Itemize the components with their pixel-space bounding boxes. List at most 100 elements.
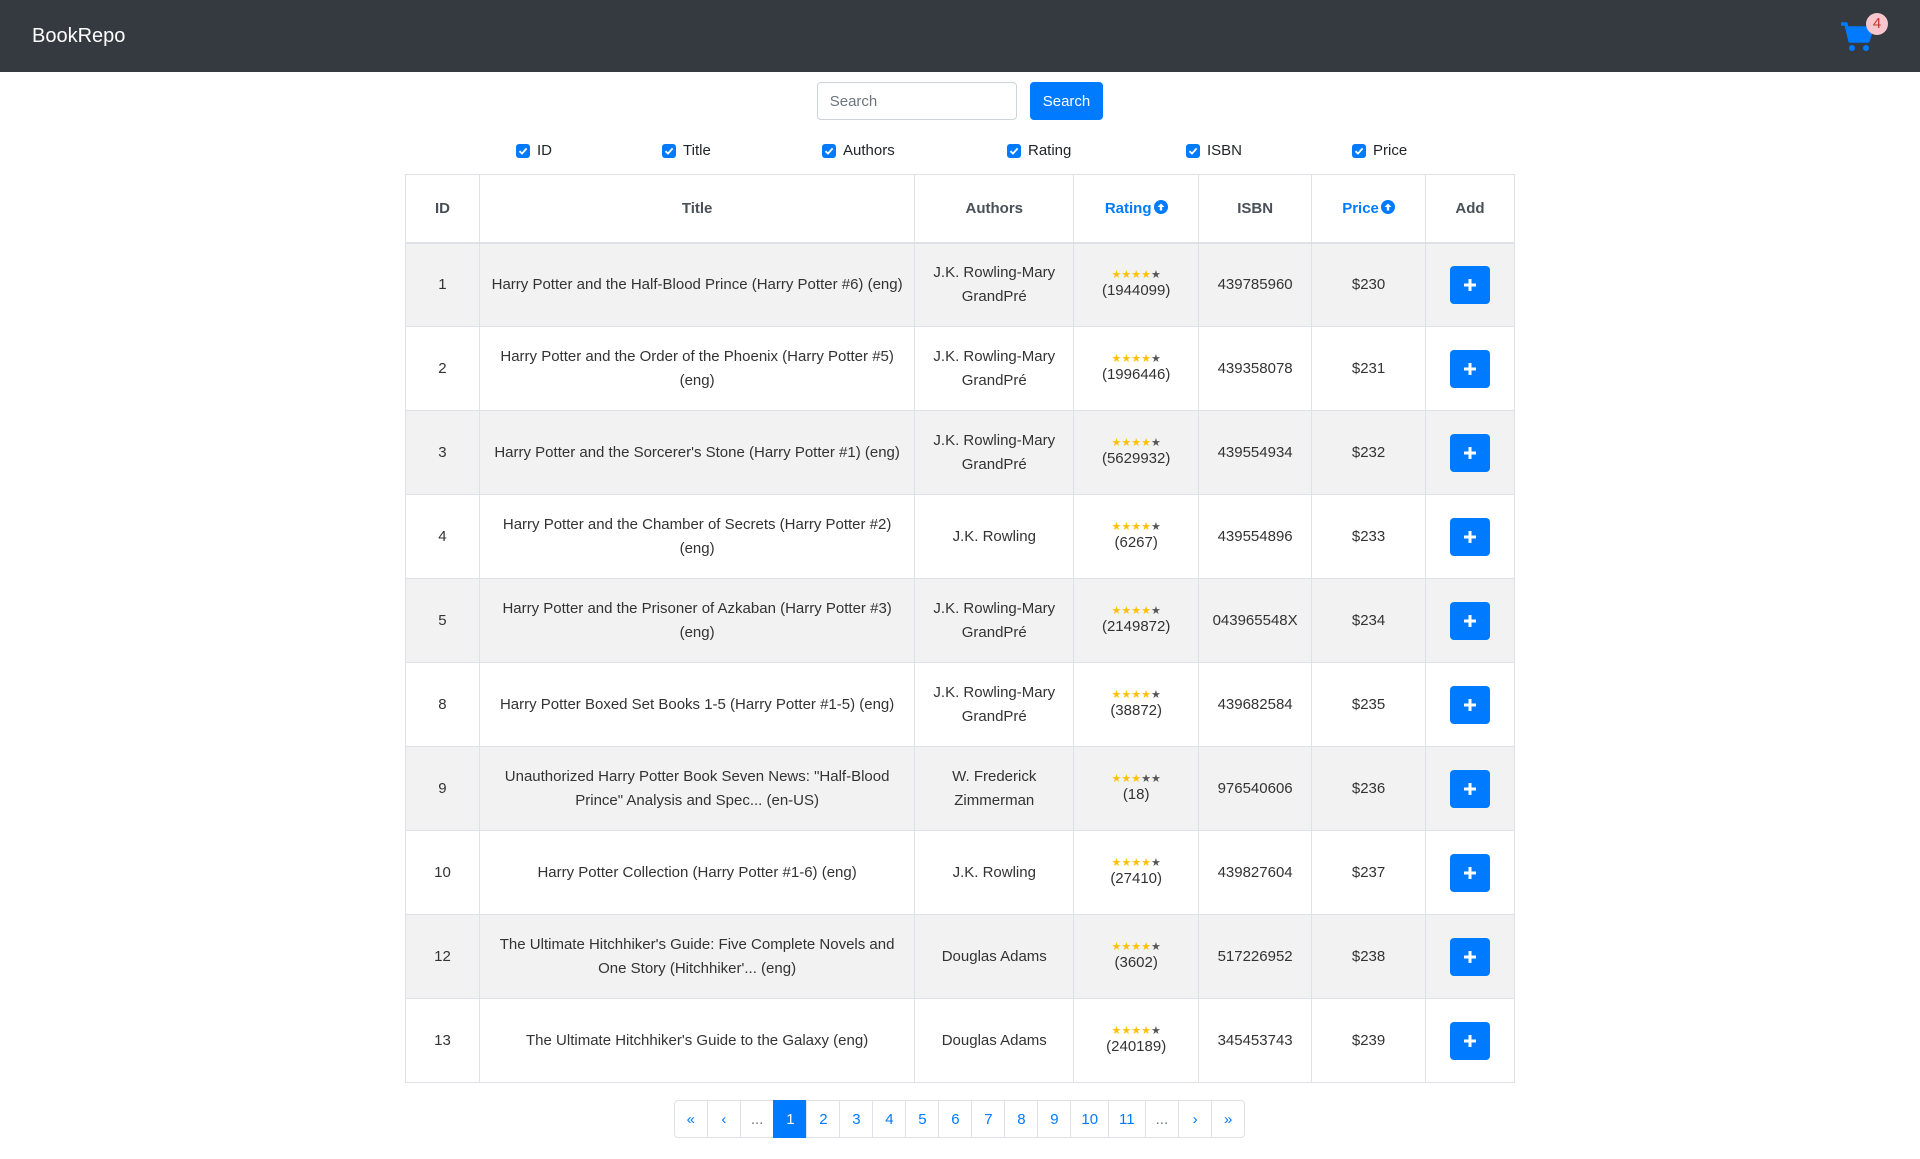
plus-icon	[1464, 782, 1476, 795]
page-link-2[interactable]: 2	[806, 1100, 841, 1138]
header-price[interactable]: Price	[1311, 174, 1426, 244]
next-page-button[interactable]: ›	[1178, 1100, 1213, 1138]
header-isbn[interactable]: ISBN	[1198, 174, 1313, 244]
plus-icon	[1464, 362, 1476, 375]
page-link-11[interactable]: 11	[1108, 1100, 1146, 1138]
plus-icon	[1464, 446, 1476, 459]
cell-add	[1425, 914, 1515, 999]
rating-stars: ★★★★★	[1084, 353, 1188, 365]
table-row: 2 Harry Potter and the Order of the Phoen…	[405, 326, 1515, 411]
header-authors[interactable]: Authors	[914, 174, 1075, 244]
page-link-9[interactable]: 9	[1037, 1100, 1072, 1138]
page-link-5[interactable]: 5	[905, 1100, 940, 1138]
page-link-4[interactable]: 4	[872, 1100, 907, 1138]
plus-icon	[1464, 278, 1476, 291]
cell-id: 8	[405, 662, 480, 747]
first-page-button[interactable]: «	[673, 1100, 708, 1138]
checkbox-checked-icon[interactable]	[662, 143, 676, 158]
star-icon: ★	[1141, 436, 1151, 449]
page-link-1[interactable]: 1	[773, 1100, 808, 1138]
column-toggle-id[interactable]: ID	[516, 142, 552, 159]
rating-stars: ★★★★★	[1084, 521, 1188, 533]
add-to-cart-button[interactable]	[1450, 349, 1490, 388]
column-toggle-price[interactable]: Price	[1352, 142, 1407, 159]
column-toggle-authors[interactable]: Authors	[822, 142, 895, 159]
star-icon: ★	[1150, 688, 1161, 701]
prev-page-button[interactable]: ‹	[706, 1100, 741, 1138]
cell-add	[1425, 746, 1515, 831]
search-input[interactable]	[816, 82, 1017, 120]
cell-rating: ★★★★★ (38872)	[1073, 662, 1200, 747]
add-to-cart-button[interactable]	[1450, 853, 1490, 892]
last-page-button[interactable]: »	[1211, 1100, 1246, 1138]
checkbox-checked-icon[interactable]	[516, 143, 530, 158]
checkbox-checked-icon[interactable]	[1352, 143, 1366, 158]
star-icon: ★	[1131, 688, 1142, 701]
cell-rating: ★★★★★ (18)	[1073, 746, 1200, 831]
search-button[interactable]: Search	[1029, 82, 1104, 120]
cell-id: 9	[405, 746, 480, 831]
star-icon: ★	[1121, 856, 1132, 869]
rating-stars: ★★★★★	[1084, 689, 1188, 701]
star-icon: ★	[1150, 772, 1161, 785]
rating-count: (240189)	[1106, 1037, 1167, 1055]
add-to-cart-button[interactable]	[1450, 601, 1490, 640]
cell-id: 3	[405, 410, 480, 495]
column-toggles: ID Title Authors Rating ISBN Price	[404, 120, 1516, 168]
star-icon: ★	[1141, 352, 1151, 365]
header-rating[interactable]: Rating	[1073, 174, 1200, 244]
cell-isbn: 439785960	[1198, 242, 1313, 327]
add-to-cart-button[interactable]	[1450, 265, 1490, 304]
cell-rating: ★★★★★ (6267)	[1073, 494, 1200, 579]
star-icon: ★	[1111, 688, 1122, 701]
cell-isbn: 439554896	[1198, 494, 1313, 579]
star-icon: ★	[1121, 352, 1132, 365]
checkbox-checked-icon[interactable]	[822, 143, 836, 158]
cell-price: $230	[1311, 242, 1426, 327]
column-toggle-label: Price	[1373, 142, 1408, 159]
table-row: 10 Harry Potter Collection (Harry Potter …	[405, 830, 1515, 915]
cell-id: 5	[405, 578, 480, 663]
pagination: «‹... 1 2 3 4 5 6 7 8 9 10 11... ›»	[0, 1100, 1920, 1138]
checkbox-checked-icon[interactable]	[1007, 143, 1021, 158]
column-toggle-isbn[interactable]: ISBN	[1186, 142, 1242, 159]
cell-add	[1425, 578, 1515, 663]
column-toggle-label: ID	[537, 142, 552, 159]
plus-icon	[1464, 530, 1476, 543]
star-icon: ★	[1131, 772, 1142, 785]
star-icon: ★	[1141, 604, 1151, 617]
page-link-8[interactable]: 8	[1004, 1100, 1039, 1138]
page-link-7[interactable]: 7	[971, 1100, 1006, 1138]
cell-price: $239	[1311, 998, 1426, 1083]
star-icon: ★	[1131, 940, 1142, 953]
column-toggle-rating[interactable]: Rating	[1007, 142, 1071, 159]
cell-add	[1425, 830, 1515, 915]
add-to-cart-button[interactable]	[1450, 433, 1490, 472]
header-id[interactable]: ID	[405, 174, 480, 244]
cart-button[interactable]: 4	[1840, 13, 1888, 59]
star-icon: ★	[1141, 772, 1151, 785]
cell-isbn: 043965548X	[1198, 578, 1313, 663]
add-to-cart-button[interactable]	[1450, 937, 1490, 976]
cell-id: 2	[405, 326, 480, 411]
page-link-3[interactable]: 3	[839, 1100, 874, 1138]
header-title[interactable]: Title	[478, 174, 916, 244]
add-to-cart-button[interactable]	[1450, 769, 1490, 808]
add-to-cart-button[interactable]	[1450, 1021, 1490, 1060]
cell-rating: ★★★★★ (5629932)	[1073, 410, 1200, 495]
cell-add	[1425, 494, 1515, 579]
page-link-10[interactable]: 10	[1070, 1100, 1110, 1138]
column-toggle-title[interactable]: Title	[662, 142, 711, 159]
checkbox-checked-icon[interactable]	[1186, 143, 1200, 158]
cell-rating: ★★★★★ (27410)	[1073, 830, 1200, 915]
star-icon: ★	[1150, 856, 1161, 869]
add-to-cart-button[interactable]	[1450, 517, 1490, 556]
add-to-cart-button[interactable]	[1450, 685, 1490, 724]
brand-logo[interactable]: BookRepo	[32, 25, 125, 48]
header-rating-label: Rating	[1104, 199, 1152, 217]
page-link-6[interactable]: 6	[938, 1100, 973, 1138]
search-bar: Search	[0, 82, 1920, 120]
star-icon: ★	[1111, 268, 1122, 281]
plus-icon	[1464, 950, 1476, 963]
books-table: ID Title Authors Rating ISBN Price Add 1…	[405, 174, 1515, 1083]
